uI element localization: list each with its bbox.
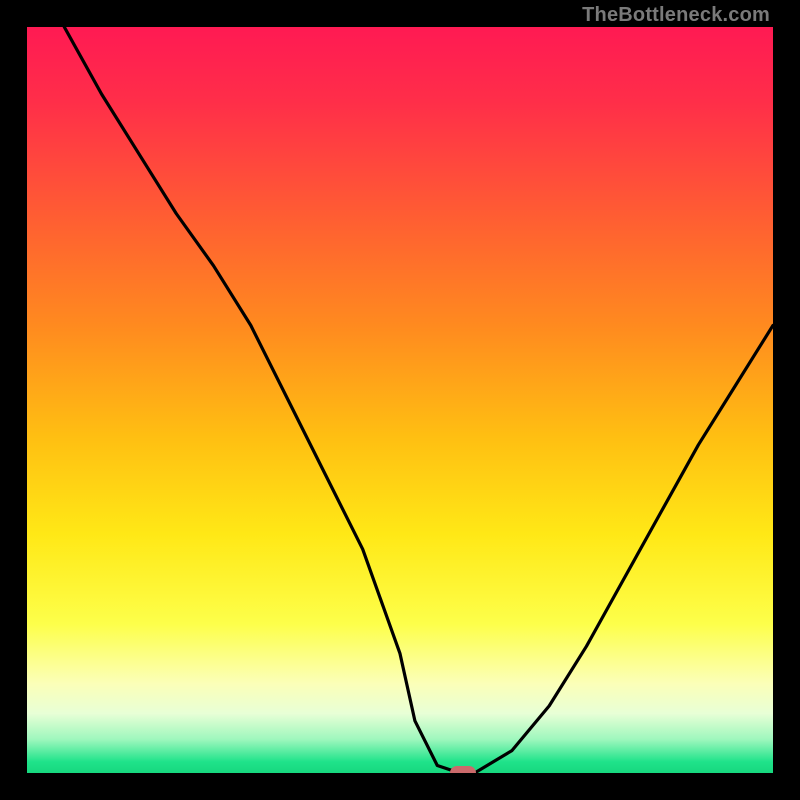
bottleneck-chart: TheBottleneck.com [0, 0, 800, 800]
bottleneck-curve-line [64, 27, 773, 773]
curve-layer [27, 27, 773, 773]
attribution-text: TheBottleneck.com [582, 4, 770, 27]
minimum-marker [450, 766, 476, 773]
plot-area [27, 27, 773, 773]
